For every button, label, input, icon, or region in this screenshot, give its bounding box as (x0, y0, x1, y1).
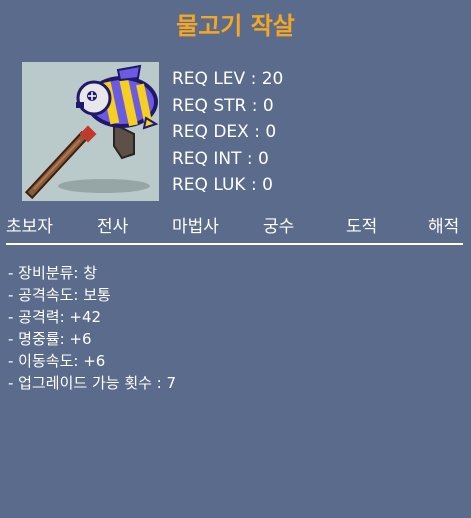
job-list: 초보자 전사 마법사 궁수 도적 해적 (0, 215, 471, 239)
stat-attack: - 공격력: +42 (8, 308, 102, 326)
divider (6, 243, 463, 245)
item-stats: - 장비분류: 창 - 공격속도: 보통 - 공격력: +42 - 명중률: +… (8, 262, 176, 394)
req-level: REQ LEV : 20 (172, 69, 284, 89)
fish-harpoon-icon (22, 62, 159, 201)
stat-equip-type: - 장비분류: 창 (8, 264, 98, 282)
req-int: REQ INT : 0 (172, 148, 269, 169)
stat-attack-speed: - 공격속도: 보통 (8, 286, 111, 304)
job-thief: 도적 (346, 217, 378, 237)
stat-speed: - 이동속도: +6 (8, 352, 106, 370)
req-luk: REQ LUK : 0 (172, 175, 273, 195)
requirements-list: REQ LEV : 20 REQ STR : 0 REQ DEX : 0 REQ… (172, 66, 283, 199)
job-beginner: 초보자 (6, 217, 53, 237)
req-dex: REQ DEX : 0 (172, 122, 277, 142)
req-str: REQ STR : 0 (172, 95, 274, 116)
stat-upgrades: - 업그레이드 가능 횟수 : 7 (8, 374, 177, 392)
job-bowman: 궁수 (263, 217, 295, 237)
job-warrior: 전사 (97, 217, 129, 237)
item-name: 물고기 작살 (176, 12, 295, 40)
stat-accuracy: - 명중률: +6 (8, 330, 92, 348)
job-magician: 마법사 (172, 217, 219, 237)
job-pirate: 해적 (428, 217, 460, 237)
